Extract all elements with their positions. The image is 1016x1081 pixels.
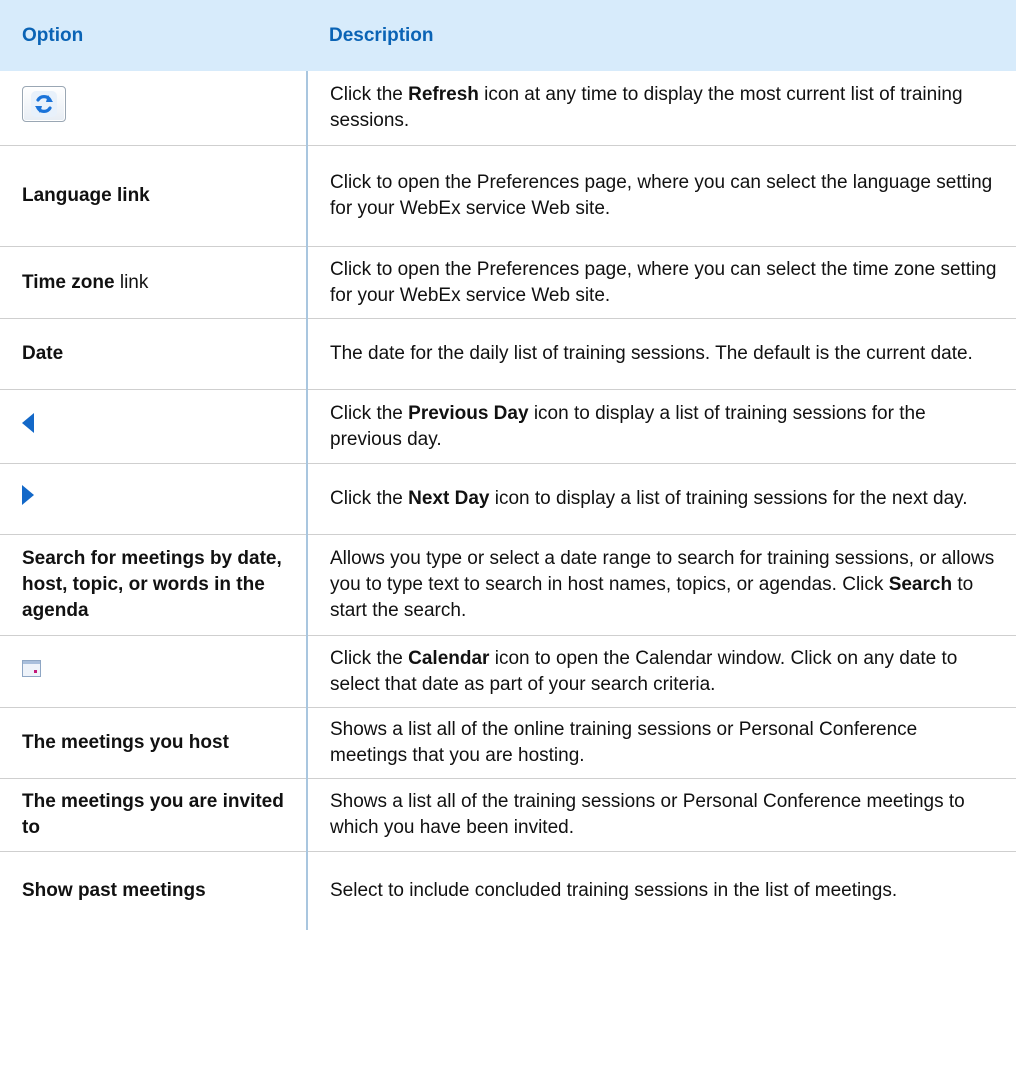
option-link-suffix: link [114, 271, 149, 293]
desc-text: icon to display a list of training sessi… [489, 488, 968, 509]
table-row: The meetings you are invited to Shows a … [0, 778, 1016, 852]
desc-text: Click the [330, 647, 409, 669]
description-cell: The date for the daily list of training … [307, 318, 1016, 390]
desc-bold: Previous Day [408, 402, 529, 424]
desc-bold: Refresh [408, 84, 479, 105]
description-cell: Allows you type or select a date range t… [307, 534, 1016, 636]
option-meetings-you-host: The meetings you host [0, 707, 308, 779]
table-row: Click the Calendar icon to open the Cale… [0, 635, 1016, 708]
option-language-link: Language link [0, 145, 308, 247]
desc-bold: Calendar [408, 647, 490, 669]
table-row: Click the Previous Day icon to display a… [0, 389, 1016, 464]
option-meetings-invited: The meetings you are invited to [0, 778, 308, 852]
option-time-zone: Time zone [22, 271, 115, 293]
refresh-icon[interactable] [22, 86, 66, 122]
option-cell [0, 389, 308, 464]
table-row: Time zone link Click to open the Prefere… [0, 246, 1016, 319]
next-day-icon[interactable] [22, 485, 34, 505]
table-row: Search for meetings by date, host, topic… [0, 534, 1016, 636]
option-cell [0, 635, 308, 708]
description-cell: Select to include concluded training ses… [330, 880, 898, 901]
table-row: Language link Click to open the Preferen… [0, 145, 1016, 247]
table-header-row: Option Description [0, 0, 1016, 71]
desc-bold: Search [888, 574, 953, 595]
table-row: Date The date for the daily list of trai… [0, 318, 1016, 390]
option-cell [0, 463, 308, 535]
table-row: The meetings you host Shows a list all o… [0, 707, 1016, 779]
desc-text: Click the [330, 402, 409, 424]
description-cell: Click the Calendar icon to open the Cale… [307, 635, 1016, 708]
description-cell: Shows a list all of the online training … [307, 707, 1016, 779]
option-search-meetings: Search for meetings by date, host, topic… [0, 534, 308, 636]
option-date: Date [0, 318, 308, 390]
option-cell [0, 71, 308, 146]
table-row: Click the Refresh icon at any time to di… [0, 71, 1016, 146]
header-description: Description [307, 0, 1016, 71]
desc-text: Click the [330, 84, 409, 105]
header-option: Option [0, 0, 307, 71]
description-cell: Click the Previous Day icon to display a… [307, 389, 1016, 464]
description-cell: Click the Refresh icon at any time to di… [307, 71, 1016, 146]
description-cell: Click to open the Preferences page, wher… [307, 246, 1016, 319]
desc-text: Click the [330, 488, 409, 509]
description-cell: Click the Next Day icon to display a lis… [307, 463, 1016, 535]
description-cell: Shows a list all of the training session… [307, 778, 1016, 852]
option-show-past-meetings: Show past meetings [0, 851, 308, 930]
desc-bold: Next Day [408, 488, 490, 509]
option-cell: Time zone link [0, 246, 308, 319]
previous-day-icon[interactable] [22, 412, 34, 433]
options-table: Option Description Click the Refresh ico… [0, 0, 1016, 930]
table-row: Click the Next Day icon to display a lis… [0, 463, 1016, 535]
description-cell: Click to open the Preferences page, wher… [307, 145, 1016, 247]
table-row: Show past meetings Select to include con… [0, 851, 1016, 930]
calendar-icon[interactable] [22, 659, 41, 677]
